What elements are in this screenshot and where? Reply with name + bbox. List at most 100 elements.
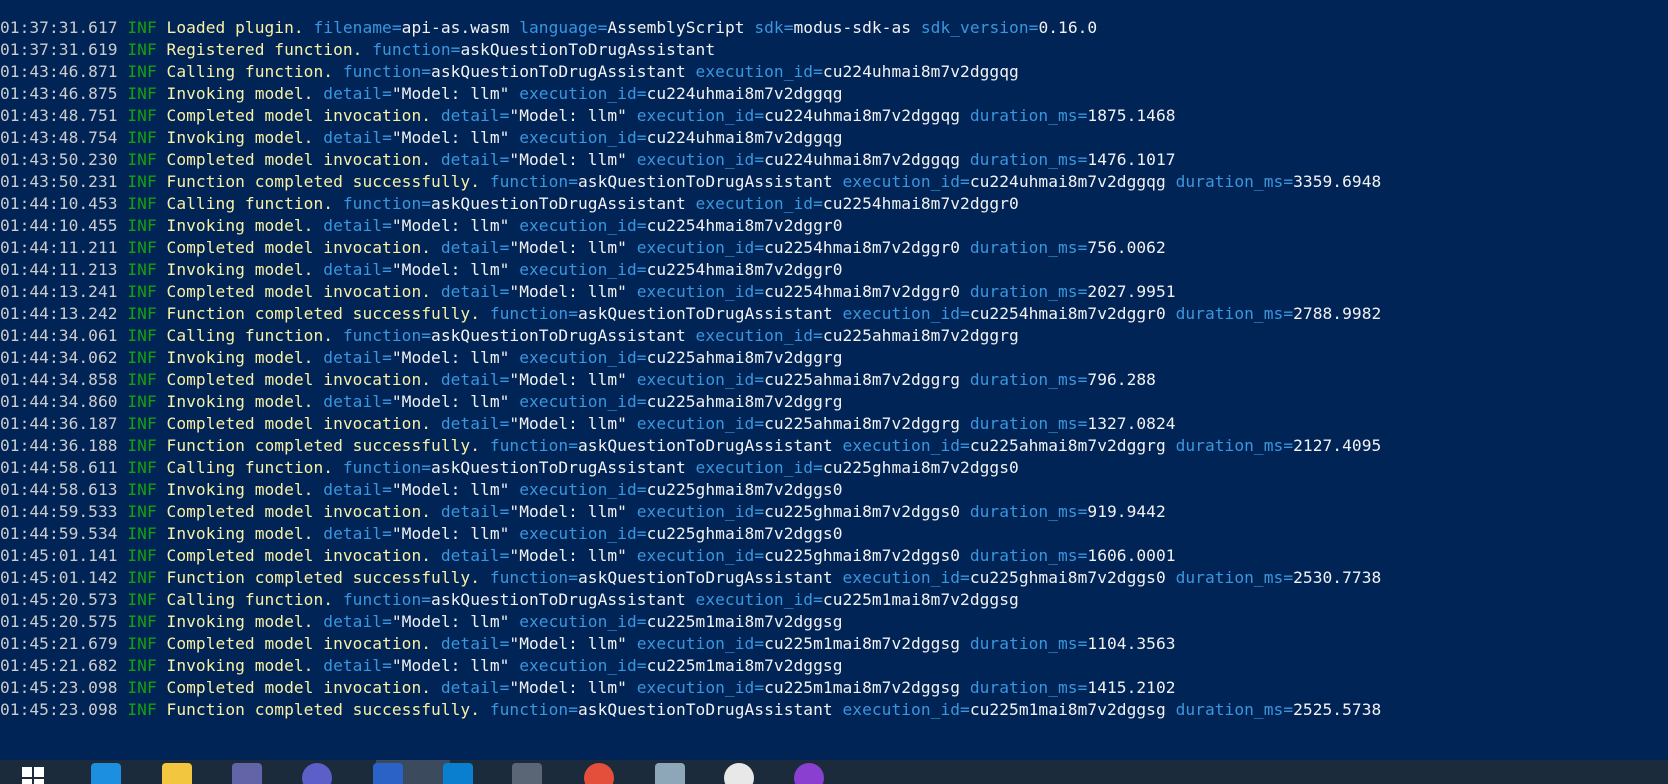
log-level: INF xyxy=(127,260,157,279)
log-field-value: "Model: llm" xyxy=(509,370,627,389)
log-timestamp: 01:44:34.062 xyxy=(0,348,118,367)
log-field-value: 3359.6948 xyxy=(1293,172,1382,191)
log-field-key: execution_id xyxy=(636,634,755,653)
log-field-value: "Model: llm" xyxy=(509,150,627,169)
log-field-value: AssemblyScript xyxy=(607,18,745,37)
log-timestamp: 01:45:23.098 xyxy=(0,678,118,697)
chrome-icon[interactable] xyxy=(584,763,614,784)
browser-circle-icon[interactable] xyxy=(724,763,754,784)
log-line: 01:44:59.534 INF Invoking model. detail=… xyxy=(0,524,843,543)
log-field-key: detail xyxy=(323,84,383,103)
log-field-key: function xyxy=(489,436,569,455)
log-field-key: execution_id xyxy=(842,568,961,587)
log-field-value: cu225ghmai8m7v2dggs0 xyxy=(822,458,1019,477)
log-timestamp: 01:44:10.455 xyxy=(0,216,118,235)
log-field-key: execution_id xyxy=(636,106,755,125)
log-field-key: execution_id xyxy=(636,502,755,521)
log-field-key: execution_id xyxy=(519,260,637,279)
log-timestamp: 01:45:01.141 xyxy=(0,546,118,565)
log-timestamp: 01:44:11.211 xyxy=(0,238,118,257)
log-field-key: execution_id xyxy=(842,304,961,323)
log-level: INF xyxy=(127,326,157,345)
log-field-value: askQuestionToDrugAssistant xyxy=(431,590,686,609)
log-timestamp: 01:44:36.187 xyxy=(0,414,118,433)
log-field-value: "Model: llm" xyxy=(391,612,510,631)
log-field-key: execution_id xyxy=(695,326,814,345)
log-field-value: cu225ghmai8m7v2dggs0 xyxy=(764,546,961,565)
vscode-icon[interactable] xyxy=(443,763,473,784)
log-message: Function completed successfully. xyxy=(166,700,481,719)
log-field-value: cu224uhmai8m7v2dggqg xyxy=(764,150,961,169)
log-field-value: 2788.9982 xyxy=(1293,304,1382,323)
window-app-icon[interactable] xyxy=(512,763,542,784)
log-field-key: duration_ms xyxy=(969,634,1078,653)
log-line: 01:43:46.871 INF Calling function. funct… xyxy=(0,62,1019,81)
log-field-key: duration_ms xyxy=(969,414,1078,433)
log-level: INF xyxy=(127,106,157,125)
terminal-window[interactable]: 01:37:31.617 INF Loaded plugin. filename… xyxy=(0,0,1668,760)
log-field-key: execution_id xyxy=(519,84,637,103)
edge-browser-icon[interactable] xyxy=(91,763,121,784)
log-field-key: detail xyxy=(323,348,383,367)
log-field-value: cu2254hmai8m7v2dggr0 xyxy=(764,238,961,257)
log-message: Invoking model. xyxy=(166,524,314,543)
log-line: 01:45:21.682 INF Invoking model. detail=… xyxy=(0,656,843,675)
log-field-value: cu224uhmai8m7v2dggqg xyxy=(646,128,843,147)
log-field-value: 1875.1468 xyxy=(1087,106,1176,125)
log-line: 01:45:21.679 INF Completed model invocat… xyxy=(0,634,1176,653)
log-field-value: cu225m1mai8m7v2dggsg xyxy=(764,678,961,697)
log-line: 01:44:34.858 INF Completed model invocat… xyxy=(0,370,1156,389)
log-field-key: function xyxy=(489,700,569,719)
log-level: INF xyxy=(127,524,157,543)
windows-start-icon[interactable] xyxy=(18,763,48,784)
log-message: Invoking model. xyxy=(166,656,314,675)
teams-icon[interactable] xyxy=(232,763,262,784)
log-field-key: execution_id xyxy=(636,282,755,301)
log-message: Function completed successfully. xyxy=(166,568,481,587)
log-field-value: 796.288 xyxy=(1087,370,1156,389)
chat-app-icon[interactable] xyxy=(302,763,332,784)
log-output: 01:37:31.617 INF Loaded plugin. filename… xyxy=(0,0,1668,721)
log-field-value: cu225m1mai8m7v2dggsg xyxy=(822,590,1019,609)
log-level: INF xyxy=(127,282,157,301)
log-field-value: cu225m1mai8m7v2dggsg xyxy=(969,700,1166,719)
log-field-key: detail xyxy=(323,260,383,279)
log-level: INF xyxy=(127,150,157,169)
log-level: INF xyxy=(127,172,157,191)
terminal-icon[interactable] xyxy=(373,763,403,784)
log-timestamp: 01:43:50.231 xyxy=(0,172,118,191)
log-field-key: duration_ms xyxy=(1175,304,1284,323)
log-message: Calling function. xyxy=(166,62,334,81)
notepad-icon[interactable] xyxy=(655,763,685,784)
log-field-key: execution_id xyxy=(636,546,755,565)
log-field-value: 2027.9951 xyxy=(1087,282,1176,301)
log-timestamp: 01:43:48.751 xyxy=(0,106,118,125)
log-level: INF xyxy=(127,216,157,235)
log-field-key: execution_id xyxy=(519,612,637,631)
log-timestamp: 01:44:36.188 xyxy=(0,436,118,455)
purple-app-icon[interactable] xyxy=(794,763,824,784)
file-explorer-icon[interactable] xyxy=(162,763,192,784)
log-level: INF xyxy=(127,392,157,411)
log-field-key: execution_id xyxy=(636,414,755,433)
log-field-value: modus-sdk-as xyxy=(793,18,912,37)
log-message: Completed model invocation. xyxy=(166,546,432,565)
log-message: Completed model invocation. xyxy=(166,370,432,389)
log-level: INF xyxy=(127,656,157,675)
log-level: INF xyxy=(127,634,157,653)
log-field-key: duration_ms xyxy=(1175,436,1284,455)
log-field-value: "Model: llm" xyxy=(391,216,510,235)
log-field-value: cu225ghmai8m7v2dggs0 xyxy=(969,568,1166,587)
log-message: Completed model invocation. xyxy=(166,106,432,125)
log-level: INF xyxy=(127,568,157,587)
log-timestamp: 01:44:11.213 xyxy=(0,260,118,279)
log-timestamp: 01:44:58.611 xyxy=(0,458,118,477)
log-field-key: duration_ms xyxy=(969,150,1078,169)
log-line: 01:44:34.062 INF Invoking model. detail=… xyxy=(0,348,843,367)
log-line: 01:44:58.613 INF Invoking model. detail=… xyxy=(0,480,843,499)
log-field-key: function xyxy=(342,326,422,345)
log-field-value: "Model: llm" xyxy=(509,414,627,433)
log-field-value: cu224uhmai8m7v2dggqg xyxy=(764,106,961,125)
log-level: INF xyxy=(127,700,157,719)
log-field-value: cu2254hmai8m7v2dggr0 xyxy=(822,194,1019,213)
